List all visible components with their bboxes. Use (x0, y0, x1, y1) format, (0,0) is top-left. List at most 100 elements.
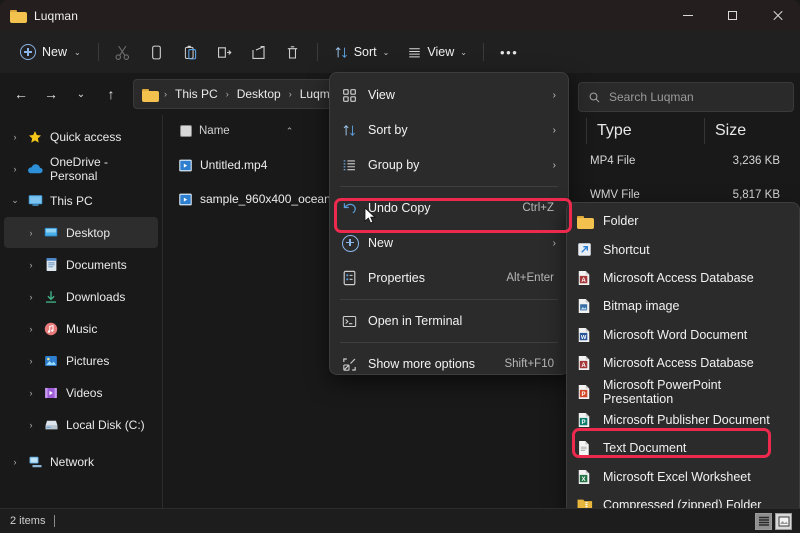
submenu-item-text-document[interactable]: Text Document (571, 434, 795, 462)
cut-button[interactable] (106, 37, 140, 67)
svg-text:P: P (582, 419, 586, 426)
sidebar-item-local-disk[interactable]: › Local Disk (C:) (4, 409, 158, 440)
copy-button[interactable] (140, 37, 174, 67)
chevron-down-icon[interactable]: ⌄ (4, 195, 26, 206)
new-submenu: Folder Shortcut A Microsoft Access Datab… (566, 202, 800, 515)
column-header-size-label: Size (715, 122, 746, 140)
sidebar-item-pictures[interactable]: › Pictures (4, 345, 158, 376)
sidebar-item-this-pc[interactable]: ⌄ This PC (4, 185, 158, 216)
context-menu-item-properties[interactable]: Properties Alt+Enter (334, 261, 564, 295)
submenu-item-excel-worksheet[interactable]: X Microsoft Excel Worksheet (571, 463, 795, 491)
context-menu-item-accelerator: Ctrl+Z (522, 202, 554, 214)
breadcrumb-this-pc[interactable]: This PC (171, 85, 222, 103)
new-button[interactable]: New ⌄ (10, 37, 91, 67)
music-icon (42, 321, 60, 337)
delete-button[interactable] (276, 37, 310, 67)
submenu-item-label: Shortcut (603, 243, 650, 257)
context-menu-item-view[interactable]: View › (334, 78, 564, 112)
status-divider (54, 515, 55, 527)
rename-button[interactable] (208, 37, 242, 67)
cloud-icon (26, 161, 44, 177)
trash-icon (284, 44, 301, 61)
submenu-item-access-database-2[interactable]: A Microsoft Access Database (571, 349, 795, 377)
chevron-right-icon[interactable]: › (20, 356, 42, 366)
forward-button[interactable]: → (36, 79, 66, 109)
column-header-name[interactable]: Name ⌃ (170, 118, 322, 144)
details-view-button[interactable] (755, 513, 772, 530)
table-row[interactable]: Untitled.mp4 (178, 150, 267, 180)
context-menu-separator (340, 186, 558, 187)
submenu-item-word-document[interactable]: W Microsoft Word Document (571, 321, 795, 349)
search-box[interactable]: Search Luqman (578, 82, 794, 112)
context-menu-item-open-in-terminal[interactable]: Open in Terminal (334, 304, 564, 338)
breadcrumb-folder-icon (142, 88, 158, 101)
toolbar: New ⌄ (0, 31, 800, 73)
column-header-size[interactable]: Size (704, 118, 800, 144)
breadcrumb-desktop[interactable]: Desktop (233, 85, 285, 103)
submenu-item-publisher-document[interactable]: P Microsoft Publisher Document (571, 406, 795, 434)
chevron-down-icon: ⌄ (383, 48, 390, 57)
file-size: 5,817 KB (714, 189, 780, 201)
chevron-right-icon[interactable]: › (20, 388, 42, 398)
window-title: Luqman (34, 9, 78, 23)
chevron-right-icon[interactable]: › (4, 164, 26, 174)
submenu-item-label: Microsoft Access Database (603, 356, 754, 370)
context-menu-item-sort-by[interactable]: Sort by › (334, 113, 564, 147)
star-icon (26, 129, 44, 145)
plus-circle-icon (342, 235, 368, 252)
sidebar-item-downloads[interactable]: › Downloads (4, 281, 158, 312)
submenu-item-label: Microsoft Publisher Document (603, 413, 770, 427)
minimize-button[interactable] (665, 0, 710, 31)
column-header-type[interactable]: Type (586, 118, 704, 144)
chevron-right-icon[interactable]: › (20, 292, 42, 302)
up-button[interactable]: ↑ (96, 79, 126, 109)
submenu-item-label: Folder (603, 214, 638, 228)
submenu-item-label: Bitmap image (603, 299, 679, 313)
submenu-item-bitmap-image[interactable]: Bitmap image (571, 292, 795, 320)
context-menu-item-group-by[interactable]: Group by › (334, 148, 564, 182)
chevron-right-icon[interactable]: › (4, 132, 26, 142)
tiles-view-button[interactable] (775, 513, 792, 530)
monitor-icon (26, 193, 44, 209)
context-menu-item-new[interactable]: New › (334, 226, 564, 260)
downloads-icon (42, 289, 60, 305)
back-button[interactable]: ← (6, 79, 36, 109)
view-button[interactable]: View ⌄ (398, 37, 476, 67)
sidebar-item-videos[interactable]: › Videos (4, 377, 158, 408)
submenu-item-folder[interactable]: Folder (571, 207, 795, 235)
chevron-right-icon: › (553, 238, 556, 249)
search-input[interactable]: Search Luqman (609, 90, 694, 104)
chevron-right-icon[interactable]: › (20, 420, 42, 430)
sidebar-item-desktop[interactable]: › Desktop (4, 217, 158, 248)
share-button[interactable] (242, 37, 276, 67)
ellipsis-icon: ••• (500, 45, 518, 60)
close-button[interactable] (755, 0, 800, 31)
context-menu-item-show-more-options[interactable]: Show more options Shift+F10 (334, 347, 564, 375)
submenu-item-shortcut[interactable]: Shortcut (571, 235, 795, 263)
chevron-right-icon[interactable]: › (20, 228, 42, 238)
submenu-item-label: Text Document (603, 441, 686, 455)
folder-icon (10, 9, 27, 23)
sidebar-item-onedrive[interactable]: › OneDrive - Personal (4, 153, 158, 184)
close-icon (772, 10, 783, 21)
maximize-button[interactable] (710, 0, 755, 31)
sidebar-item-network[interactable]: › Network (4, 446, 158, 477)
recent-locations-button[interactable]: ⌄ (66, 79, 96, 109)
rename-icon (216, 44, 233, 61)
more-options-button[interactable]: ••• (491, 37, 527, 67)
sort-button[interactable]: Sort ⌄ (325, 37, 399, 67)
minimize-icon (683, 15, 693, 16)
sidebar-item-music[interactable]: › Music (4, 313, 158, 344)
chevron-right-icon[interactable]: › (20, 260, 42, 270)
table-row[interactable]: sample_960x400_ocean_ (178, 184, 337, 214)
chevron-right-icon[interactable]: › (4, 457, 26, 467)
sidebar-item-documents[interactable]: › Documents (4, 249, 158, 280)
drive-icon (42, 417, 60, 433)
select-all-checkbox[interactable] (180, 125, 192, 137)
submenu-item-powerpoint-presentation[interactable]: P Microsoft PowerPoint Presentation (571, 377, 795, 405)
chevron-right-icon[interactable]: › (20, 324, 42, 334)
paste-button[interactable] (174, 37, 208, 67)
item-count-label: 2 items (10, 515, 45, 527)
sidebar-item-quick-access[interactable]: › Quick access (4, 121, 158, 152)
submenu-item-access-database-1[interactable]: A Microsoft Access Database (571, 264, 795, 292)
